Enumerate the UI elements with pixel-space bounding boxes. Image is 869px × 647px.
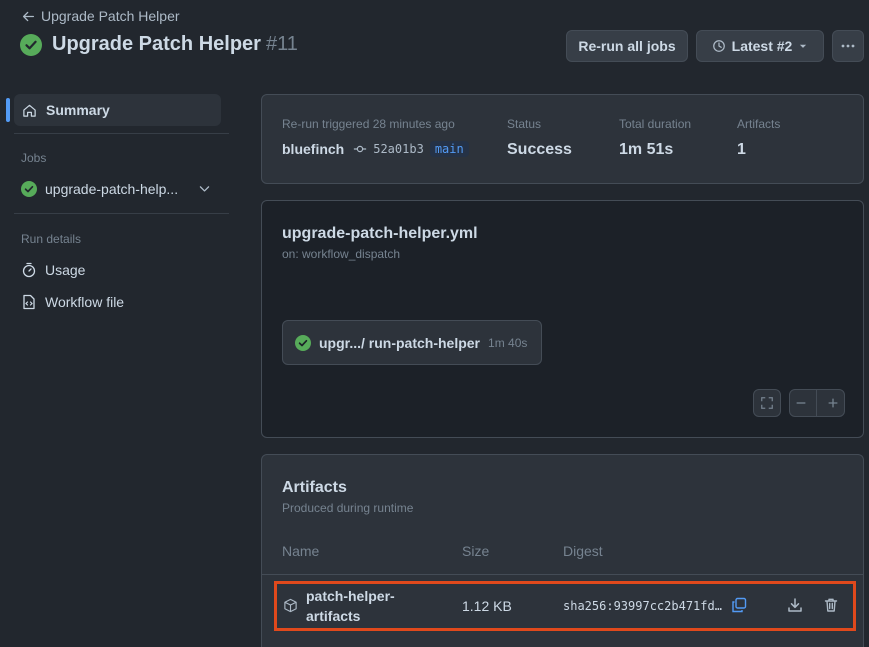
run-details-heading: Run details — [21, 232, 82, 246]
zoom-out-icon[interactable] — [794, 396, 808, 410]
sidebar-active-indicator — [6, 98, 10, 122]
stopwatch-icon — [22, 262, 36, 278]
artifacts-count-value: 1 — [737, 141, 746, 158]
job-node-name: upgr.../ run-patch-helper — [319, 334, 481, 351]
success-icon — [21, 181, 37, 197]
artifacts-count-label: Artifacts — [737, 117, 781, 131]
status-value: Success — [507, 141, 572, 158]
package-icon — [284, 598, 297, 613]
column-header-digest: Digest — [563, 543, 603, 559]
jobs-heading: Jobs — [21, 151, 47, 165]
workflow-trigger: on: workflow_dispatch — [282, 247, 401, 261]
branch-tag[interactable]: main — [429, 141, 469, 157]
job-node-duration: 1m 40s — [488, 335, 528, 350]
rerun-all-jobs-button[interactable]: Re-run all jobs — [566, 30, 688, 62]
page-title: Upgrade Patch Helper #11 — [52, 33, 298, 55]
table-divider — [262, 574, 863, 575]
column-header-name: Name — [282, 543, 320, 559]
sidebar-item-summary[interactable]: Summary — [14, 94, 221, 126]
trigger-label: Re-run triggered 28 minutes ago — [282, 117, 455, 131]
sidebar-divider — [14, 133, 229, 134]
file-code-icon — [23, 294, 35, 310]
attempt-select-button[interactable]: Latest #2 — [696, 30, 824, 62]
column-header-size: Size — [462, 543, 490, 559]
run-number: #11 — [265, 33, 298, 55]
sidebar-item-label: Summary — [46, 102, 110, 118]
zoom-controls — [789, 389, 845, 417]
caret-down-icon — [800, 44, 807, 48]
artifact-digest: sha256:93997cc2b471fd… — [563, 599, 722, 613]
history-icon — [712, 40, 725, 52]
job-node[interactable]: upgr.../ run-patch-helper 1m 40s — [282, 320, 542, 365]
copy-icon[interactable] — [731, 597, 747, 613]
download-icon[interactable] — [787, 597, 803, 613]
success-icon — [295, 334, 311, 351]
commit-info: 52a01b3 main — [353, 141, 469, 157]
arrow-left-icon — [22, 11, 35, 21]
sidebar-item-usage[interactable]: Usage — [21, 262, 85, 278]
commit-sha-link[interactable]: 52a01b3 — [373, 142, 424, 156]
duration-value: 1m 51s — [619, 141, 674, 158]
chevron-down-icon[interactable] — [198, 182, 211, 195]
sidebar-divider — [14, 213, 229, 214]
sidebar-item-workflow-file[interactable]: Workflow file — [21, 294, 124, 310]
zoom-in-icon[interactable] — [826, 396, 840, 410]
home-icon — [23, 104, 36, 117]
page-title-row: Upgrade Patch Helper #11 — [20, 33, 298, 56]
artifact-name-link[interactable]: patch-helper-artifacts — [306, 586, 426, 626]
workflow-file-name: upgrade-patch-helper.yml — [282, 225, 478, 242]
artifacts-title: Artifacts — [282, 479, 347, 496]
artifacts-subtitle: Produced during runtime — [282, 501, 414, 515]
run-summary-panel — [261, 94, 864, 184]
back-link[interactable]: Upgrade Patch Helper — [22, 8, 180, 24]
sidebar-item-label: upgrade-patch-help... — [45, 181, 179, 197]
back-link-label: Upgrade Patch Helper — [41, 8, 180, 24]
trigger-details: bluefinch 52a01b3 main — [282, 141, 469, 157]
zoom-divider — [816, 390, 818, 416]
actor-link[interactable]: bluefinch — [282, 141, 344, 157]
sidebar-item-label: Usage — [45, 262, 86, 278]
artifact-size: 1.12 KB — [462, 598, 512, 614]
success-icon — [20, 33, 42, 56]
trash-icon[interactable] — [823, 597, 839, 613]
sidebar-item-job[interactable]: upgrade-patch-help... — [21, 181, 178, 197]
more-options-button[interactable] — [832, 30, 864, 62]
fullscreen-button[interactable] — [753, 389, 781, 417]
attempt-label: Latest #2 — [731, 38, 793, 54]
screen-full-icon — [761, 397, 773, 409]
git-commit-icon — [354, 145, 367, 153]
duration-label: Total duration — [619, 117, 692, 131]
sidebar-item-label: Workflow file — [45, 294, 125, 310]
status-label: Status — [507, 117, 542, 131]
kebab-horizontal-icon — [841, 44, 855, 48]
